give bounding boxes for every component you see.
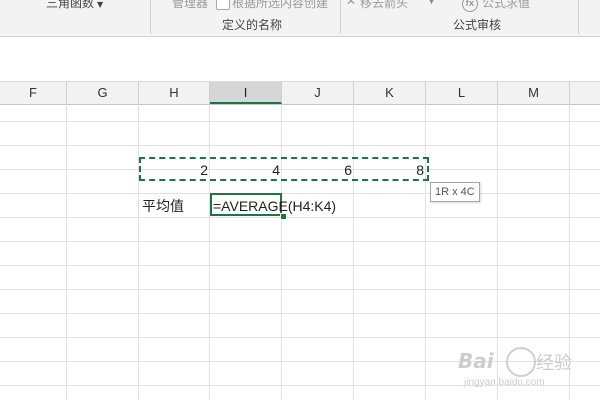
cell-i5-formula[interactable]: =AVERAGE(H4:K4) [213,193,336,217]
grid-line [0,337,600,338]
grid-line [0,241,600,242]
column-header-m[interactable]: M [498,82,570,104]
cell-h5[interactable]: 平均值 [142,193,184,217]
remove-arrows-button[interactable]: 移去箭头 [360,0,408,11]
evaluate-formula-button[interactable]: 公式求值 [482,0,530,11]
watermark-url: jingyan.baidu.com [464,377,545,388]
watermark-brand-cn: 经验 [536,353,572,374]
evaluate-formula-icon: fx [462,0,478,12]
create-from-selection-icon [216,0,230,10]
copy-range-marquee [139,157,429,181]
column-headers: F G H I J K L M [0,82,600,105]
formula-auditing-group-label: 公式审核 [453,18,502,32]
grid-line [138,104,139,400]
ribbon-separator [150,0,151,34]
grid-line [0,313,600,314]
ribbon: 三角函数 ▼ 管理器 根据所选内容创建 定义的名称 ✕ 移去箭头 ▼ fx 公式求… [0,0,600,37]
remove-arrows-icon: ✕ [346,0,357,8]
dropdown-arrow-icon: ▼ [428,0,435,6]
grid-line [425,104,426,400]
trig-functions-label: 三角函数 [46,0,95,10]
column-header-i[interactable]: I [210,82,282,104]
grid-line [0,217,600,218]
create-from-selection-button[interactable]: 根据所选内容创建 [232,0,328,11]
paw-logo-icon [506,347,536,377]
column-header-next[interactable] [570,82,600,104]
ribbon-separator [578,0,579,34]
column-header-h[interactable]: H [139,82,210,104]
column-header-k[interactable]: K [354,82,426,104]
defined-names-group-label: 定义的名称 [222,18,283,32]
grid-line [353,104,354,400]
fill-handle[interactable] [280,213,287,220]
column-header-j[interactable]: J [282,82,354,104]
grid-line [0,145,600,146]
watermark: Bai 经验 jingyan.baidu.com [458,345,598,393]
ribbon-separator [340,0,341,34]
column-header-f[interactable]: F [0,82,67,104]
grid-line [0,289,600,290]
grid-line [66,104,67,400]
formula-bar-area [0,37,600,82]
grid-line [0,265,600,266]
column-header-l[interactable]: L [426,82,498,104]
grid-line [281,104,282,400]
range-size-tooltip: 1R x 4C [430,182,480,202]
grid-line [0,121,600,122]
dropdown-arrow-icon: ▼ [97,0,104,9]
grid-line [209,104,210,400]
column-header-g[interactable]: G [67,82,139,104]
watermark-brand: Bai [458,349,494,373]
name-manager-button[interactable]: 管理器 [172,0,208,11]
trig-functions-button[interactable]: 三角函数 ▼ [46,0,103,11]
